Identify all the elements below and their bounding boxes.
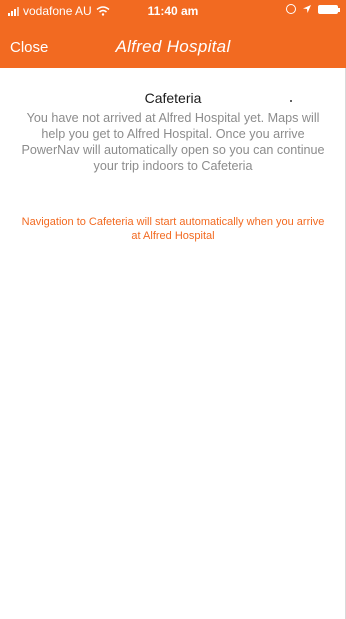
orientation-lock-icon	[286, 4, 296, 14]
status-bar: vodafone AU 11:40 am	[0, 0, 346, 22]
map-dot	[290, 100, 292, 102]
destination-title: Cafeteria	[144, 90, 202, 106]
auto-navigation-note: Navigation to Cafeteria will start autom…	[21, 216, 325, 242]
location-icon	[303, 5, 311, 13]
app-screen: vodafone AU 11:40 am Close Alfred Hospit…	[0, 0, 346, 619]
page-title: Alfred Hospital	[115, 37, 231, 56]
battery-icon	[318, 4, 340, 14]
arrival-info-text: You have not arrived at Alfred Hospital …	[21, 111, 325, 173]
header-bar: vodafone AU 11:40 am Close Alfred Hospit…	[0, 0, 346, 68]
main-content: Cafeteria You have not arrived at Alfred…	[0, 68, 346, 243]
status-right	[286, 4, 340, 14]
nav-bar: Close Alfred Hospital	[0, 28, 346, 64]
